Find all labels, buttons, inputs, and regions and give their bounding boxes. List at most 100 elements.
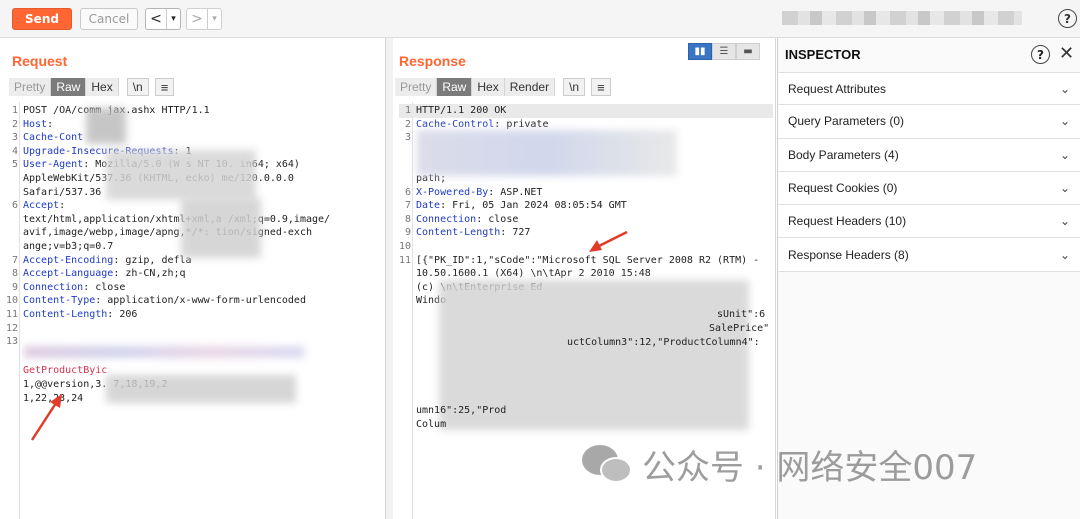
request-line: 10 Content-Type: application/x-www-form-u…	[6, 294, 383, 308]
response-frag-colu: Colum	[416, 419, 447, 430]
line-content: Cache-Cont	[23, 132, 84, 144]
watermark-text: 公众号 · 网络安全007	[642, 448, 978, 488]
line-number: 6	[404, 186, 411, 198]
request-tab-pretty[interactable]: Pretty	[9, 78, 52, 96]
response-tab-raw[interactable]: Raw	[437, 78, 473, 96]
response-view-tabs: Pretty Raw Hex Render \n ≡	[395, 78, 611, 96]
line-content: Connection: close	[416, 213, 519, 225]
line-content: [{"PK_ID":1,"sCode":"Microsoft SQL Serve…	[416, 254, 760, 266]
inspector-help-icon[interactable]: ?	[1031, 45, 1050, 64]
inspector-response-headers[interactable]: Response Headers (8) ⌄	[778, 238, 1080, 272]
inspector-sections: Request Attributes ⌄ Query Parameters (0)…	[778, 72, 1080, 272]
chevron-down-icon: ⌄	[1059, 147, 1070, 162]
line-number: 10	[399, 241, 412, 252]
request-line: 12	[6, 322, 383, 336]
line-number: 8	[404, 213, 411, 225]
line-number: 3	[11, 132, 18, 144]
response-frag-column: uctColumn3":12,"ProductColumn4":	[567, 337, 760, 348]
request-line: 1 POST /OA/comm jax.ashx HTTP/1.1	[6, 104, 383, 118]
line-number: 9	[11, 281, 18, 293]
response-line: 7 Date: Fri, 05 Jan 2024 08:05:54 GMT	[399, 199, 773, 213]
request-path-blur	[86, 108, 126, 144]
response-line: 1 HTTP/1.1 200 OK	[399, 104, 773, 118]
line-content: Date: Fri, 05 Jan 2024 08:05:54 GMT	[416, 200, 627, 212]
response-line: 6 X-Powered-By: ASP.NET	[399, 186, 773, 200]
inspector-request-headers[interactable]: Request Headers (10) ⌄	[778, 205, 1080, 239]
response-tab-render[interactable]: Render	[504, 78, 556, 96]
line-number: 4	[11, 145, 18, 157]
layout-stacked-icon[interactable]: ☰	[712, 43, 736, 60]
panel-splitter[interactable]	[386, 38, 393, 519]
line-number: 11	[6, 309, 19, 320]
inspector-request-attributes[interactable]: Request Attributes ⌄	[778, 72, 1080, 106]
response-tab-pretty[interactable]: Pretty	[395, 78, 438, 96]
line-content: Accept-Language: zh-CN,zh;q	[23, 268, 186, 280]
line-number: 13	[6, 336, 19, 348]
back-nav-group[interactable]: < ▾	[145, 8, 181, 30]
back-arrow-icon[interactable]: <	[146, 9, 166, 29]
request-line: 3 Cache-Cont	[6, 131, 383, 145]
request-ua-blur	[106, 150, 256, 200]
line-number: 7	[11, 254, 18, 266]
forward-nav-group[interactable]: > ▾	[186, 8, 222, 30]
chevron-down-icon: ⌄	[1059, 181, 1070, 196]
line-content: 10.50.1600.1 (X64) \n\tApr 2 2010 15:48	[416, 268, 651, 280]
inspector-request-cookies[interactable]: Request Cookies (0) ⌄	[778, 171, 1080, 206]
request-line: 9 Connection: close	[6, 281, 383, 295]
inspector-query-parameters[interactable]: Query Parameters (0) ⌄	[778, 105, 1080, 139]
inspector-body-parameters[interactable]: Body Parameters (4) ⌄	[778, 138, 1080, 172]
send-button[interactable]: Send	[12, 8, 72, 30]
request-view-tabs: Pretty Raw Hex \n ≡	[9, 78, 175, 96]
request-body-redacted	[24, 346, 304, 358]
line-number: 1	[11, 105, 18, 116]
line-number: 6	[11, 200, 18, 212]
request-panel: Request Pretty Raw Hex \n ≡ 1 POST /OA/co…	[0, 38, 386, 519]
response-line: 11 [{"PK_ID":1,"sCode":"Microsoft SQL Ser…	[399, 254, 773, 268]
line-number: 7	[404, 200, 411, 212]
response-title: Response	[399, 53, 466, 69]
line-content: Host:	[23, 118, 54, 130]
request-menu-icon[interactable]: ≡	[154, 78, 175, 96]
line-content: X-Powered-By: ASP.NET	[416, 186, 543, 198]
chevron-down-icon: ⌄	[1059, 247, 1070, 262]
line-content: Accept:	[23, 200, 66, 212]
request-title: Request	[12, 53, 68, 69]
line-number: 2	[11, 118, 18, 130]
chevron-down-icon: ⌄	[1059, 114, 1070, 129]
layout-single-icon[interactable]: ▬	[736, 43, 760, 60]
response-line: 10	[399, 240, 773, 254]
request-tab-hex[interactable]: Hex	[86, 78, 119, 96]
inspector-title: INSPECTOR	[785, 47, 861, 62]
response-tab-hex[interactable]: Hex	[472, 78, 505, 96]
line-content: Content-Length: 206	[23, 309, 138, 320]
line-number: 10	[6, 295, 19, 307]
line-content: Content-Length: 727	[416, 227, 531, 239]
line-content: HTTP/1.1 200 OK	[416, 105, 507, 116]
back-history-dropdown-icon[interactable]: ▾	[166, 9, 180, 29]
inspector-close-icon[interactable]: ✕	[1059, 43, 1074, 64]
request-line: 11 Content-Length: 206	[6, 308, 383, 322]
line-content: Accept-Encoding: gzip, defla	[23, 254, 192, 266]
line-number: 2	[404, 118, 411, 130]
request-body-blur	[106, 375, 296, 403]
chevron-down-icon: ⌄	[1059, 214, 1070, 229]
layout-side-by-side-icon[interactable]: ▮▮	[688, 43, 712, 60]
response-menu-icon[interactable]: ≡	[591, 78, 611, 96]
request-newline-toggle[interactable]: \n	[126, 78, 149, 96]
response-frag-umn16: umn16":25,"Prod	[416, 405, 507, 416]
line-number: 9	[404, 227, 411, 239]
forward-history-dropdown-icon[interactable]: ▾	[207, 9, 221, 29]
help-icon[interactable]: ?	[1058, 9, 1077, 28]
forward-arrow-icon[interactable]: >	[187, 9, 207, 29]
response-line: 8 Connection: close	[399, 213, 773, 227]
response-newline-toggle[interactable]: \n	[563, 78, 586, 96]
request-editor[interactable]: 1 POST /OA/comm jax.ashx HTTP/1.1 2 Host: 3 C…	[6, 102, 383, 519]
cancel-button[interactable]: Cancel	[80, 8, 138, 30]
line-number: 8	[11, 268, 18, 280]
line-content: ange;v=b3;q=0.7	[23, 241, 114, 252]
request-accept-blur	[181, 198, 261, 258]
request-tab-raw[interactable]: Raw	[51, 78, 87, 96]
line-number: 11	[399, 254, 412, 266]
layout-toggle: ▮▮ ☰ ▬	[688, 43, 760, 60]
line-number: 12	[6, 322, 19, 334]
